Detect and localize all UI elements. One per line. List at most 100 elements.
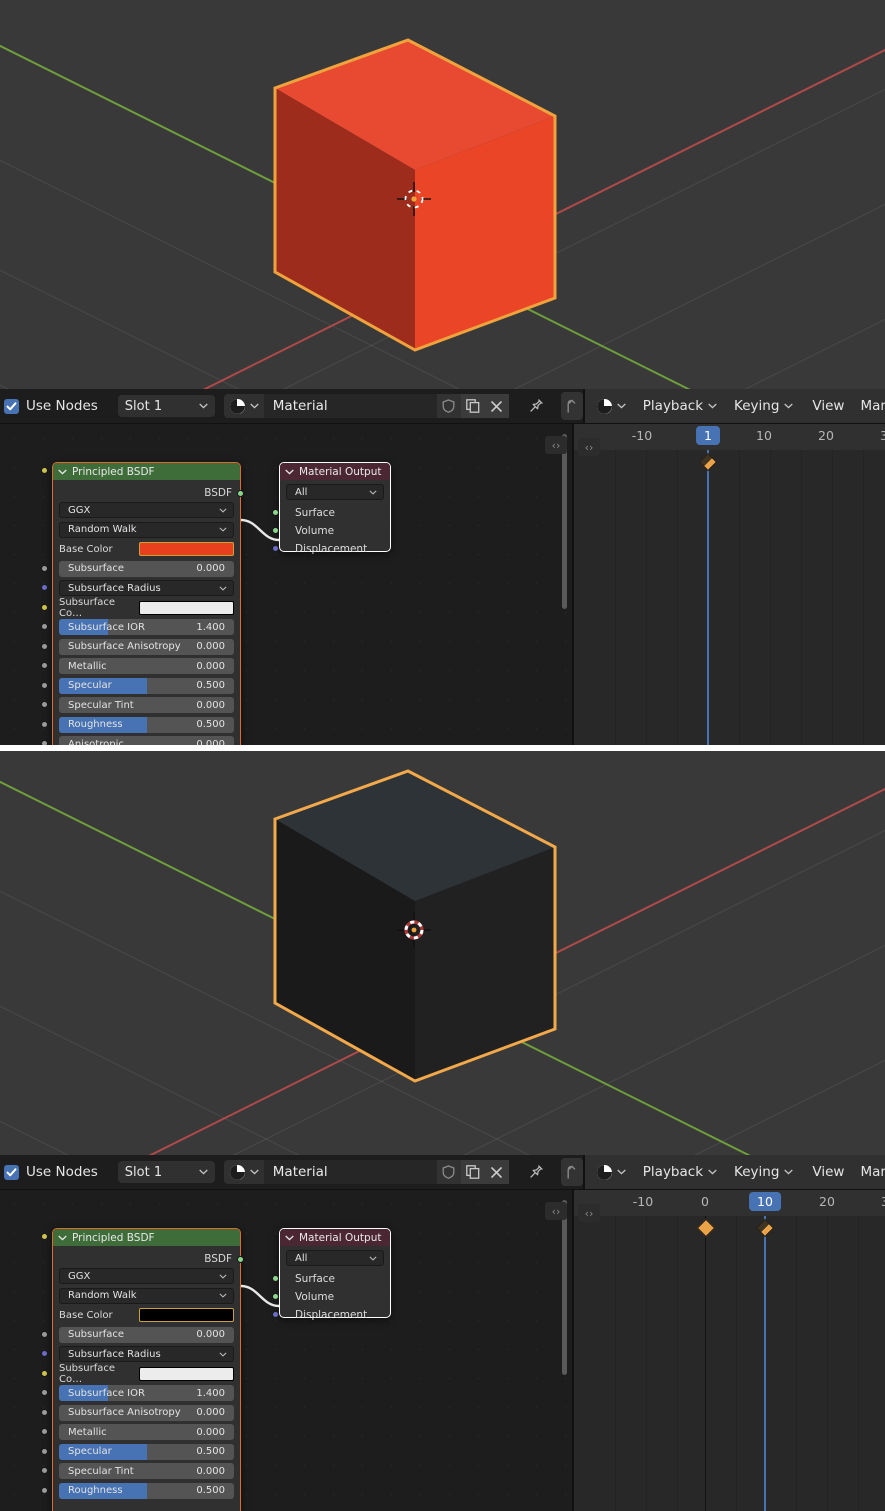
node-header-output-top[interactable]: Material Output: [280, 463, 390, 480]
property-slider[interactable]: Subsurface IOR 1.400: [59, 1385, 234, 1401]
marker-menu-top[interactable]: Mark: [860, 398, 885, 414]
material-browse-button-top[interactable]: [223, 394, 264, 418]
property-slider[interactable]: Roughness 0.500: [59, 716, 234, 733]
node-output-bsdf-bottom[interactable]: BSDF: [59, 1250, 244, 1268]
node-input-socket[interactable]: [41, 1487, 48, 1494]
node-input-socket[interactable]: [41, 643, 48, 650]
output-target-dropdown-top[interactable]: All: [286, 484, 384, 500]
editor-type-selector-bottom[interactable]: [590, 1160, 632, 1184]
node-material-output-top[interactable]: Material Output All Surface Volume Displ…: [272, 462, 391, 555]
property-slider[interactable]: Subsurface 0.000: [59, 1326, 234, 1343]
editor-type-selector-top[interactable]: [590, 394, 632, 418]
node-input-socket[interactable]: [41, 740, 48, 745]
shield-icon[interactable]: [436, 1160, 461, 1184]
property-slider[interactable]: Subsurface IOR 1.400: [59, 619, 234, 635]
node-principled-bsdf-top[interactable]: Principled BSDF BSDF GGX Random Walk Bas…: [41, 462, 244, 745]
viewport-3d-bottom[interactable]: [0, 751, 885, 1155]
distribution-dropdown-top[interactable]: GGX: [59, 502, 234, 518]
region-splitter-top[interactable]: ‹›: [545, 436, 567, 454]
output-input-row[interactable]: Displacement: [272, 540, 384, 558]
node-input-socket[interactable]: [272, 1293, 279, 1300]
pin-icon[interactable]: [523, 394, 549, 418]
property-slider[interactable]: Subsurface 0.000: [59, 560, 234, 577]
node-input-socket[interactable]: [41, 682, 48, 689]
timeline-ruler-top[interactable]: -10 1 10 20 30: [574, 424, 885, 451]
subsurface-color-row[interactable]: Subsurface Co…: [59, 597, 234, 619]
timeline-splitter-bottom[interactable]: ‹›: [578, 1204, 600, 1222]
playback-menu-bottom[interactable]: Playback: [636, 1160, 724, 1184]
socket-bsdf-out-bottom[interactable]: [237, 1256, 244, 1263]
socket-base-color-top[interactable]: [41, 467, 48, 474]
subsurface-color-row[interactable]: Subsurface Co…: [59, 1363, 234, 1385]
timeline-splitter-top[interactable]: ‹›: [578, 438, 600, 456]
node-input-socket[interactable]: [41, 1467, 48, 1474]
pin-icon[interactable]: [523, 1160, 549, 1184]
node-header-principled-top[interactable]: Principled BSDF: [53, 463, 240, 480]
slot-selector-bottom[interactable]: Slot 1: [117, 1161, 215, 1183]
view-menu-bottom[interactable]: View: [812, 1164, 844, 1180]
timeline-editor-bottom[interactable]: -10 0 10 20 30 ‹›: [572, 1190, 885, 1511]
node-header-output-bottom[interactable]: Material Output: [280, 1229, 390, 1246]
node-editor-scrollbar-bottom[interactable]: [562, 1200, 567, 1375]
node-input-socket[interactable]: [41, 584, 48, 591]
node-input-socket[interactable]: [41, 1448, 48, 1455]
copy-icon[interactable]: [460, 1160, 485, 1184]
close-icon[interactable]: [484, 1160, 509, 1184]
output-input-row[interactable]: Displacement: [272, 1306, 384, 1324]
property-slider[interactable]: Specular Tint 0.000: [59, 697, 234, 713]
property-slider[interactable]: Subsurface Anisotropy 0.000: [59, 1404, 234, 1421]
output-input-row[interactable]: Volume: [272, 1288, 384, 1306]
base-color-swatch-bottom[interactable]: [139, 1308, 234, 1322]
material-name-field-top[interactable]: Material: [263, 394, 437, 418]
node-input-socket[interactable]: [41, 565, 48, 572]
node-header-principled-bottom[interactable]: Principled BSDF: [53, 1229, 240, 1246]
subsurface-radius-dropdown[interactable]: Subsurface Radius: [59, 580, 234, 596]
node-input-socket[interactable]: [41, 604, 48, 611]
keying-menu-bottom[interactable]: Keying: [728, 1160, 800, 1184]
region-splitter-bottom[interactable]: ‹›: [545, 1202, 567, 1220]
property-slider[interactable]: Specular 0.500: [59, 677, 234, 694]
socket-base-color-bottom[interactable]: [41, 1233, 48, 1240]
socket-bsdf-out-top[interactable]: [237, 490, 244, 497]
view-menu-top[interactable]: View: [812, 398, 844, 414]
property-slider[interactable]: Subsurface Anisotropy 0.000: [59, 638, 234, 655]
current-frame-badge-bottom[interactable]: 10: [749, 1192, 781, 1211]
node-input-socket[interactable]: [272, 1311, 279, 1318]
playhead-top[interactable]: [707, 450, 709, 745]
subsurface-color-swatch[interactable]: [139, 1366, 234, 1381]
copy-icon[interactable]: [460, 394, 485, 418]
node-input-socket[interactable]: [272, 527, 279, 534]
subsurface-method-dropdown-top[interactable]: Random Walk: [59, 521, 234, 538]
property-slider[interactable]: Anisotropic 0.000: [59, 736, 234, 745]
playhead-bottom[interactable]: [764, 1216, 766, 1511]
distribution-dropdown-bottom[interactable]: GGX: [59, 1268, 234, 1284]
keying-menu-top[interactable]: Keying: [728, 394, 800, 418]
property-slider[interactable]: Specular Tint 0.000: [59, 1463, 234, 1479]
cube-object-bottom[interactable]: [265, 761, 565, 1091]
subsurface-method-dropdown-bottom[interactable]: Random Walk: [59, 1287, 234, 1304]
keyframe-marker-top[interactable]: [698, 452, 718, 472]
shader-node-editor-bottom[interactable]: Principled BSDF BSDF GGX Random Walk Bas…: [0, 1190, 572, 1511]
shader-node-editor-top[interactable]: Principled BSDF BSDF GGX Random Walk Bas…: [0, 424, 572, 745]
subsurface-color-swatch[interactable]: [139, 600, 234, 615]
timeline-editor-top[interactable]: -10 1 10 20 30 ‹›: [572, 424, 885, 745]
node-editor-scrollbar-top[interactable]: [562, 434, 567, 609]
keyframe-marker-bottom[interactable]: [696, 1218, 716, 1238]
node-input-socket[interactable]: [41, 1428, 48, 1435]
close-icon[interactable]: [484, 394, 509, 418]
keyframe-marker-bottom[interactable]: [755, 1218, 775, 1238]
material-browse-button-bottom[interactable]: [223, 1160, 264, 1184]
timeline-ruler-bottom[interactable]: -10 0 10 20 30: [574, 1190, 885, 1217]
node-material-output-bottom[interactable]: Material Output All Surface Volume Displ…: [272, 1228, 391, 1321]
node-input-socket[interactable]: [41, 623, 48, 630]
playback-menu-top[interactable]: Playback: [636, 394, 724, 418]
marker-menu-bottom[interactable]: Mark: [860, 1164, 885, 1180]
output-input-row[interactable]: Volume: [272, 522, 384, 540]
node-input-socket[interactable]: [41, 1409, 48, 1416]
property-slider[interactable]: Metallic 0.000: [59, 658, 234, 674]
shield-icon[interactable]: [436, 394, 461, 418]
output-input-row[interactable]: Surface: [272, 504, 384, 522]
node-input-socket[interactable]: [41, 662, 48, 669]
node-principled-bsdf-bottom[interactable]: Principled BSDF BSDF GGX Random Walk Bas…: [41, 1228, 244, 1511]
base-color-swatch-top[interactable]: [139, 542, 234, 556]
